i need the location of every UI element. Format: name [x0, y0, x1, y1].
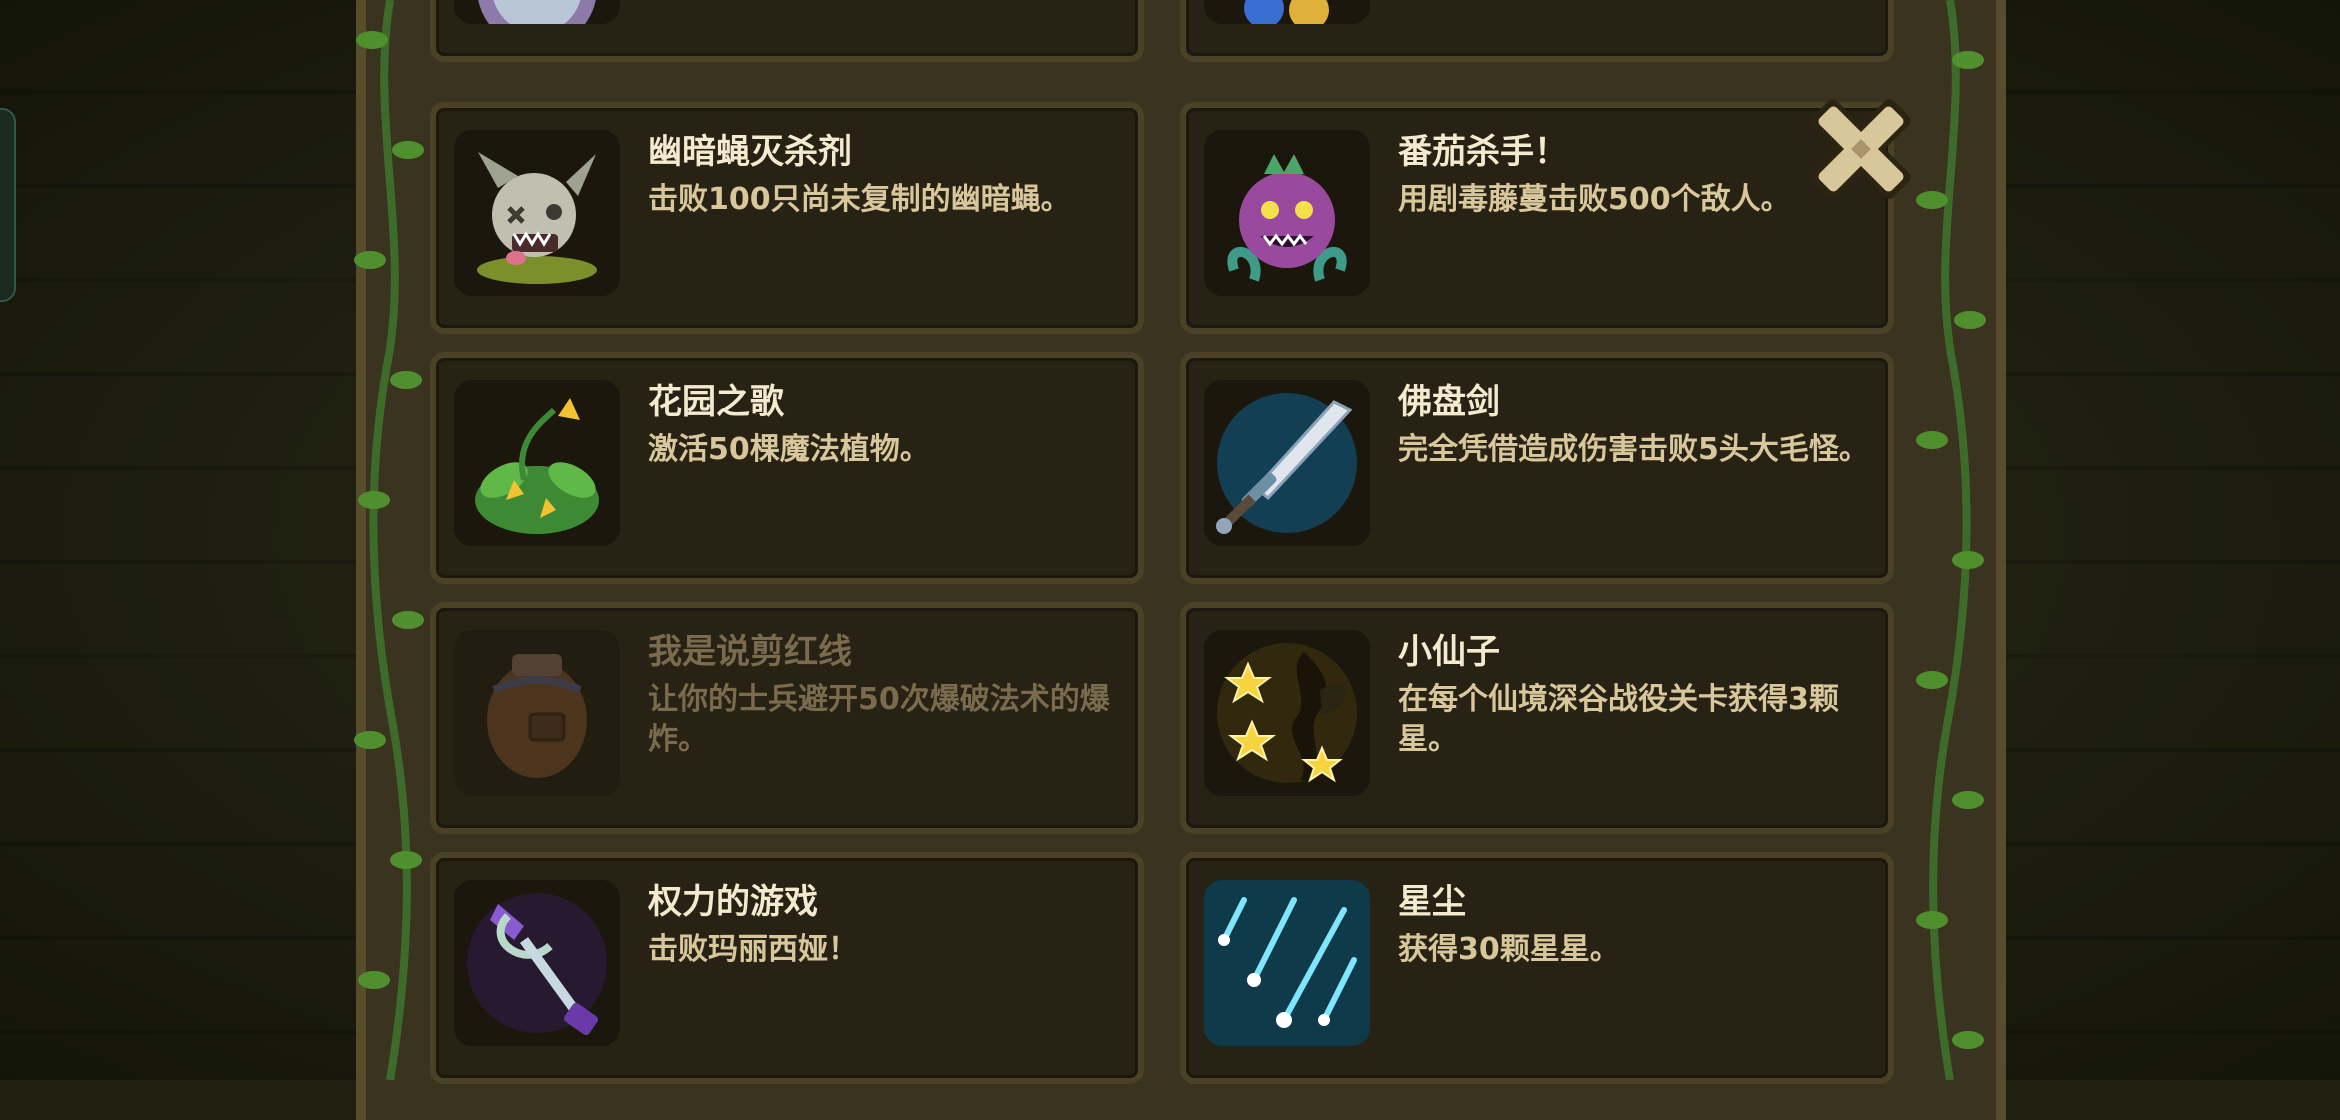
close-x-icon: [1811, 99, 1911, 199]
achievement-card[interactable]: 佛盘剑 完全凭借造成伤害击败5头大毛怪。: [1180, 352, 1894, 584]
achievement-title: 幽暗蝇灭杀剂: [648, 132, 852, 172]
achievement-description: 获得30颗星星。: [1398, 932, 1620, 967]
sword-icon: [1204, 380, 1370, 546]
achievement-card[interactable]: 小仙子 在每个仙境深谷战役关卡获得3颗星。: [1180, 602, 1894, 834]
achievement-description: 让你的士兵避开50次爆破法术的爆炸。: [648, 682, 1110, 757]
scepter-icon: [454, 880, 620, 1046]
magic-plant-icon: [454, 380, 620, 546]
bomb-pack-icon: [454, 630, 620, 796]
egg-icon: [454, 0, 620, 24]
achievement-card[interactable]: 星尘 获得30颗星星。: [1180, 852, 1894, 1084]
achievement-title: 星尘: [1398, 882, 1466, 922]
achievement-title: 权力的游戏: [648, 882, 818, 922]
evil-tomato-icon: [1204, 130, 1370, 296]
achievement-title: 花园之歌: [648, 382, 784, 422]
achievement-card[interactable]: 幽暗蝇灭杀剂 击败100只尚未复制的幽暗蝇。: [430, 102, 1144, 334]
close-button[interactable]: [1796, 84, 1926, 214]
achievement-card-partial: [1180, 0, 1894, 62]
stardust-icon: [1204, 880, 1370, 1046]
achievement-description: 激活50棵魔法植物。: [648, 432, 930, 467]
achievement-description: 完全凭借造成伤害击败5头大毛怪。: [1398, 432, 1869, 467]
achievement-card-locked[interactable]: 我是说剪红线 让你的士兵避开50次爆破法术的爆炸。: [430, 602, 1144, 834]
fairy-stars-icon: [1204, 630, 1370, 796]
mushrooms-icon: [1204, 0, 1370, 24]
achievement-grid: 幽暗蝇灭杀剂 击败100只尚未复制的幽暗蝇。 番茄杀手！ 用剧毒藤蔓击败500个…: [0, 0, 2340, 1084]
achievement-title: 佛盘剑: [1398, 382, 1500, 422]
achievement-card[interactable]: 权力的游戏 击败玛丽西娅！: [430, 852, 1144, 1084]
achievement-title: 我是说剪红线: [648, 632, 852, 672]
achievement-card[interactable]: 番茄杀手！ 用剧毒藤蔓击败500个敌人。: [1180, 102, 1894, 334]
achievement-description: 击败100只尚未复制的幽暗蝇。: [648, 182, 1071, 217]
achievement-title: 小仙子: [1398, 632, 1500, 672]
achievement-card[interactable]: 花园之歌 激活50棵魔法植物。: [430, 352, 1144, 584]
fly-skull-icon: [454, 130, 620, 296]
achievement-description: 击败玛丽西娅！: [648, 932, 858, 967]
achievement-description: 在每个仙境深谷战役关卡获得3颗星。: [1398, 682, 1839, 757]
achievement-card-partial: [430, 0, 1144, 62]
